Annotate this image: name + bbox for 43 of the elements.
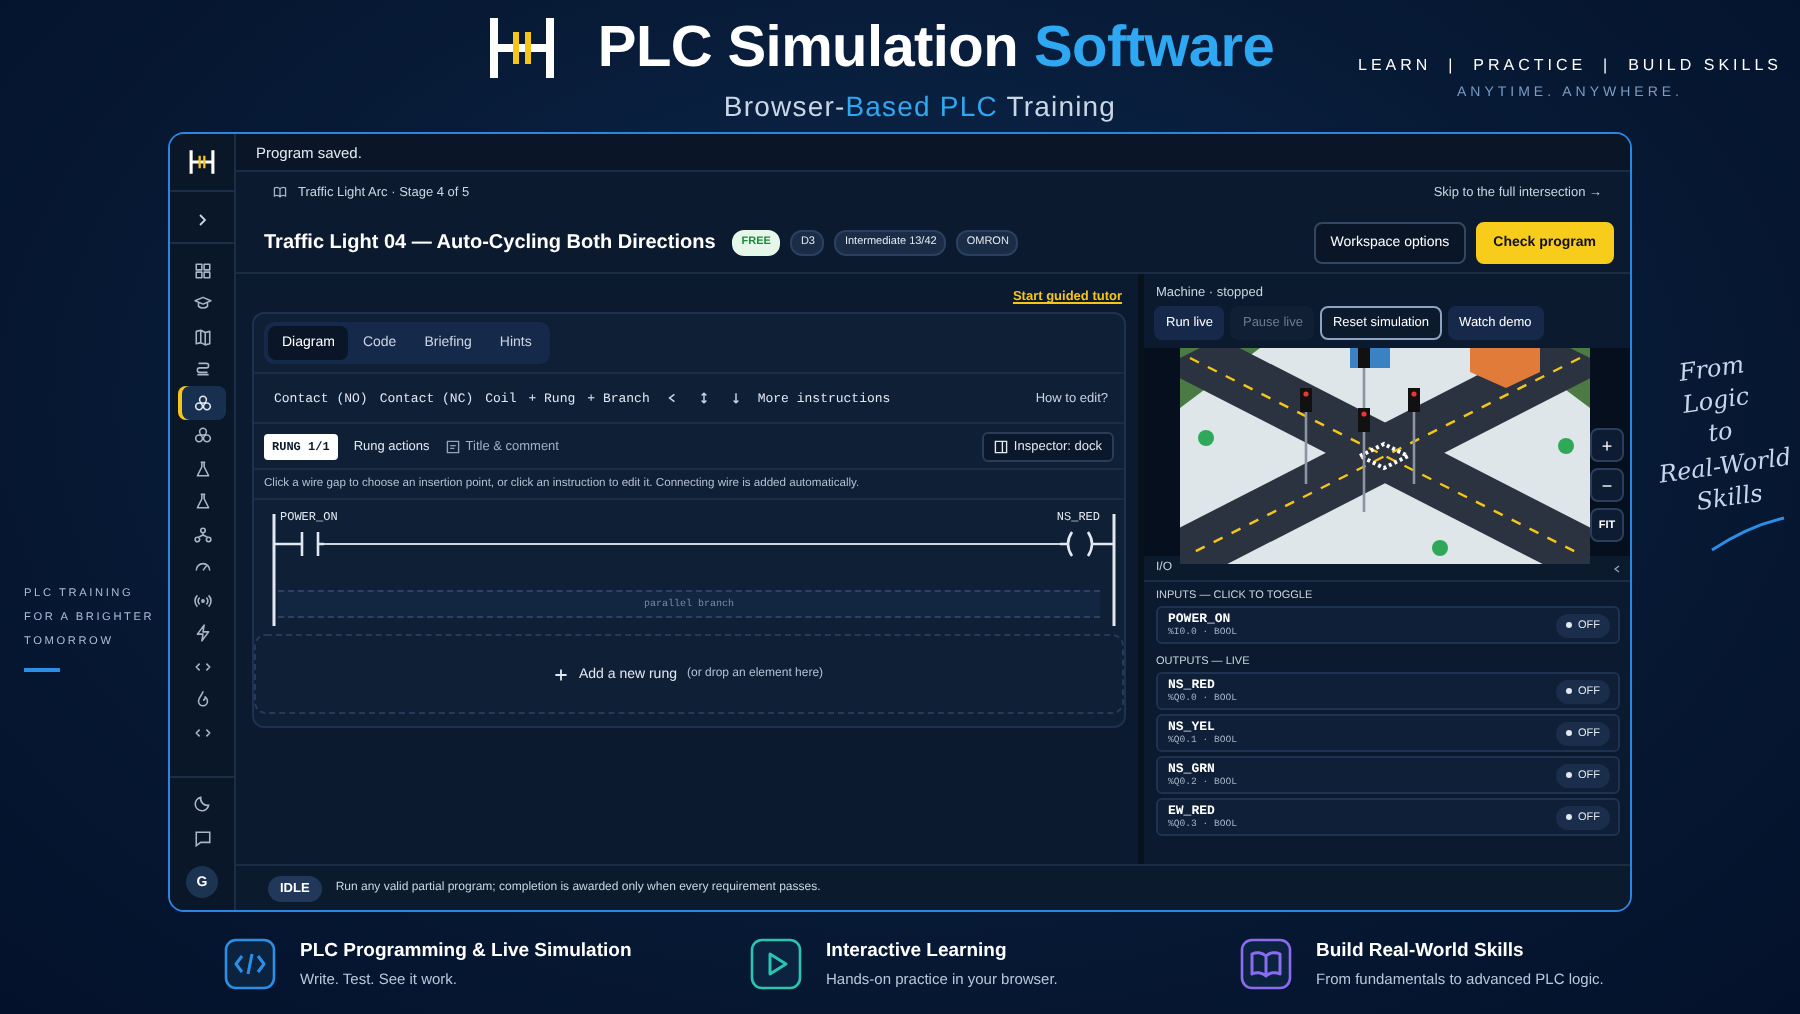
page-title: PLC Simulation Software xyxy=(597,15,1275,81)
route-icon xyxy=(193,360,211,379)
chat-icon[interactable] xyxy=(193,830,211,848)
lesson-title: Traffic Light 04 — Auto-Cycling Both Directions xyxy=(264,231,716,253)
flame-icon xyxy=(193,690,211,709)
moon-icon[interactable] xyxy=(193,794,211,812)
contact-symbol[interactable] xyxy=(272,530,326,558)
swoosh-line xyxy=(1708,513,1788,554)
zoom-button[interactable]: − xyxy=(1590,468,1624,502)
panel-icon xyxy=(993,439,1008,453)
flask-icon xyxy=(193,492,211,511)
gauge-icon xyxy=(193,558,211,577)
code-icon xyxy=(193,723,211,742)
chevron-right-icon[interactable] xyxy=(194,212,210,228)
circles-icon xyxy=(193,426,211,445)
feature-title: PLC Programming & Live Simulation xyxy=(300,939,632,961)
accent-line xyxy=(24,668,60,672)
lightning-icon xyxy=(193,624,211,643)
note-icon xyxy=(445,439,460,453)
circles-icon xyxy=(193,393,211,412)
code-icon xyxy=(193,657,211,676)
arrow-left-icon[interactable] xyxy=(665,392,678,404)
script-note: From Logic to Real-World Skills xyxy=(1656,348,1796,520)
sidebar-item[interactable] xyxy=(178,386,226,419)
feature-title: Interactive Learning xyxy=(826,939,1009,961)
book-icon xyxy=(272,184,288,200)
chevron-left-icon[interactable] xyxy=(1612,563,1622,573)
graduation-cap-icon xyxy=(193,294,211,313)
zoom-button[interactable]: + xyxy=(1590,428,1624,462)
plus-icon xyxy=(554,667,569,681)
flask-icon xyxy=(193,459,211,478)
signal-icon xyxy=(193,591,211,610)
arrows-vertical-icon[interactable] xyxy=(697,392,710,404)
feature-title: Build Real-World Skills xyxy=(1316,939,1526,961)
coil-symbol[interactable] xyxy=(1058,530,1116,558)
page-subtitle: Browser-Based PLC Training xyxy=(723,90,1117,122)
map-icon xyxy=(193,327,211,346)
grid-icon xyxy=(193,261,211,280)
arrow-down-icon[interactable] xyxy=(729,392,742,404)
network-icon xyxy=(193,525,211,544)
logo-icon xyxy=(188,148,216,176)
logo-icon xyxy=(485,12,558,84)
tagline: LEARN | PRACTICE | BUILD SKILLS xyxy=(1358,56,1782,74)
